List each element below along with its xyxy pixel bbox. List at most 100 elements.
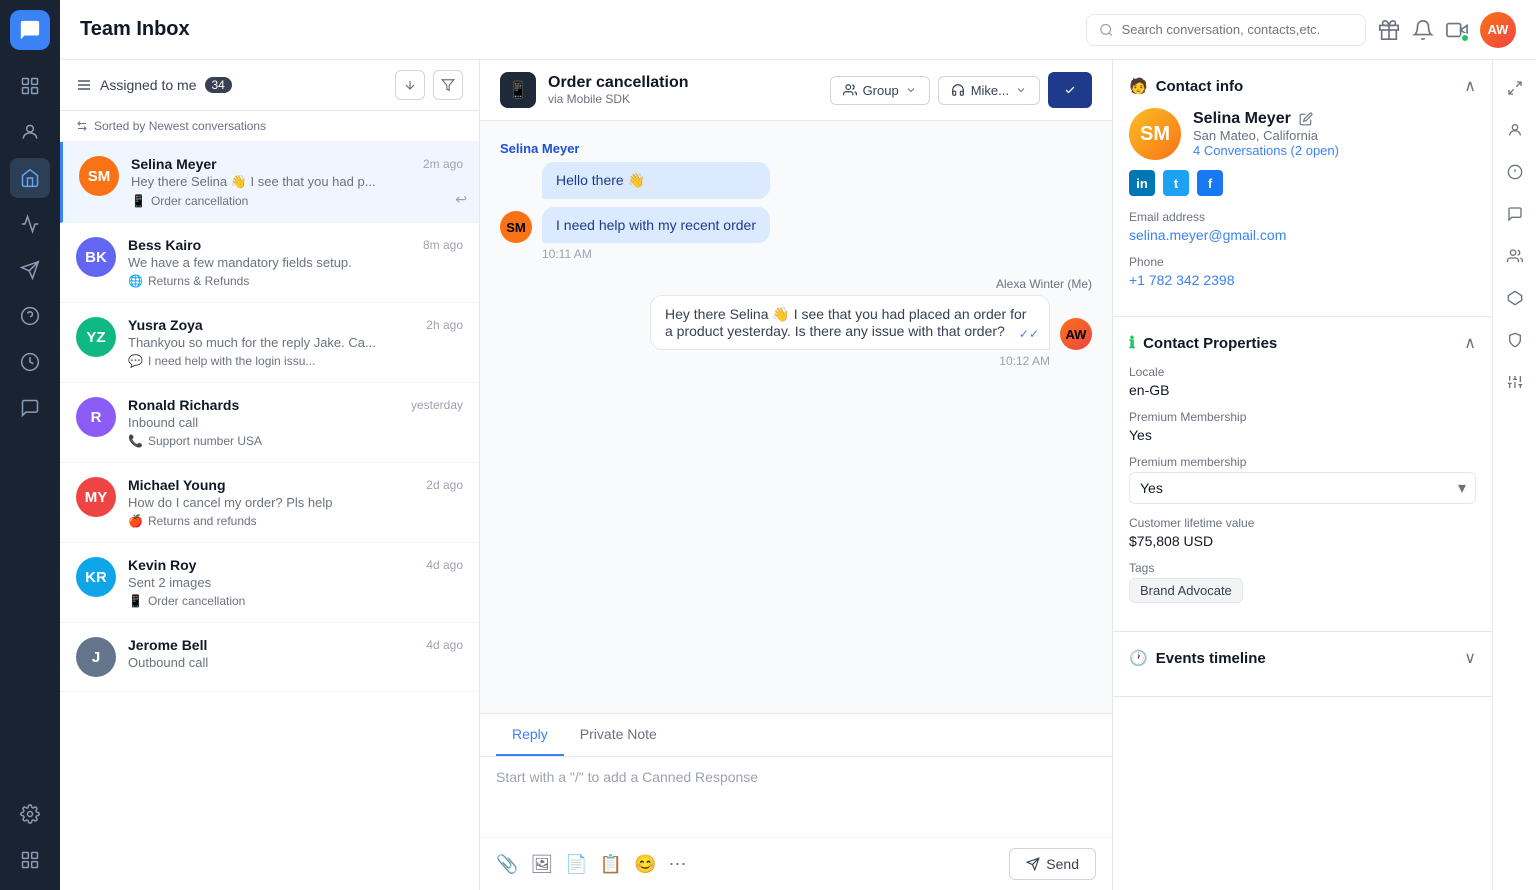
conv-item-selina-meyer[interactable]: SM Selina Meyer 2m ago Hey there Selina … xyxy=(60,142,479,223)
email-value[interactable]: selina.meyer@gmail.com xyxy=(1129,227,1476,243)
nav-money[interactable] xyxy=(10,342,50,382)
nav-reports[interactable] xyxy=(10,204,50,244)
collapse-icon[interactable]: ∧ xyxy=(1464,76,1476,96)
conv-name: Jerome Bell xyxy=(128,637,207,653)
emoji-icon[interactable]: 😊 xyxy=(634,854,656,875)
conv-avatar-selina: SM xyxy=(79,156,119,196)
phone-value[interactable]: +1 782 342 2398 xyxy=(1129,272,1476,288)
contact-location: San Mateo, California xyxy=(1193,128,1339,143)
conv-item-michael-young[interactable]: MY Michael Young 2d ago How do I cancel … xyxy=(60,463,479,543)
chat-header: 📱 Order cancellation via Mobile SDK Grou… xyxy=(480,60,1112,121)
events-timeline-header[interactable]: 🕐 Events timeline ∨ xyxy=(1129,648,1476,668)
premium-select-wrapper: Yes No ▾ xyxy=(1129,472,1476,504)
properties-collapse-icon[interactable]: ∧ xyxy=(1464,333,1476,353)
facebook-icon[interactable]: f xyxy=(1197,170,1223,196)
resolve-button[interactable] xyxy=(1048,72,1092,108)
conv-tag: 📱 Order cancellation xyxy=(128,594,463,608)
image-icon[interactable]: 🖼 xyxy=(530,854,553,875)
tab-private-note[interactable]: Private Note xyxy=(564,714,673,756)
notification-icon-wrap[interactable] xyxy=(1412,19,1434,41)
edit-icon[interactable] xyxy=(1299,112,1313,126)
conv-tag: 🌐 Returns & Refunds xyxy=(128,274,463,288)
attachment-icon[interactable]: 📎 xyxy=(496,854,518,875)
reply-input[interactable]: Start with a "/" to add a Canned Respons… xyxy=(480,757,1112,837)
nav-help[interactable] xyxy=(10,296,50,336)
reply-tabs: Reply Private Note xyxy=(480,714,1112,757)
conv-time: 2h ago xyxy=(426,318,463,332)
msg-time-right: 10:12 AM xyxy=(500,354,1092,368)
assigned-text: Assigned to me xyxy=(100,77,197,93)
app-logo[interactable] xyxy=(10,10,50,50)
agent-button[interactable]: Mike... xyxy=(938,76,1040,105)
status-icon-wrap[interactable] xyxy=(1446,19,1468,41)
sort-button[interactable] xyxy=(395,70,425,100)
template-icon[interactable]: 📋 xyxy=(600,854,622,875)
nav-chat[interactable] xyxy=(10,388,50,428)
strip-chat-icon[interactable] xyxy=(1497,196,1533,232)
search-input[interactable] xyxy=(1122,22,1353,37)
strip-expand-icon[interactable] xyxy=(1497,70,1533,106)
search-bar[interactable] xyxy=(1086,14,1366,46)
article-icon[interactable]: 📄 xyxy=(565,854,587,875)
contact-properties-section: ℹ Contact Properties ∧ Locale en-GB Prem… xyxy=(1113,317,1492,632)
conv-preview: Thankyou so much for the reply Jake. Ca.… xyxy=(128,335,463,350)
right-icon-strip xyxy=(1492,60,1536,890)
globe-icon: 🌐 xyxy=(128,274,143,288)
contact-info-section: 🧑 Contact info ∧ SM Selina Meyer Sa xyxy=(1113,60,1492,317)
strip-diamond-icon[interactable] xyxy=(1497,280,1533,316)
nav-settings[interactable] xyxy=(10,794,50,834)
info-icon: ℹ xyxy=(1129,333,1135,353)
sidebar-controls: Assigned to me 34 xyxy=(60,60,479,111)
chat-messages: Selina Meyer SM Hello there 👋 I need hel… xyxy=(480,121,1112,713)
conv-preview: Outbound call xyxy=(128,655,463,670)
reply-tools: 📎 🖼 📄 📋 😊 ⋯ xyxy=(496,854,687,875)
sidebar: Assigned to me 34 Sorted by Newest conve… xyxy=(60,60,480,890)
strip-info-icon[interactable] xyxy=(1497,154,1533,190)
premium-label: Premium Membership xyxy=(1129,410,1476,424)
sort-icon xyxy=(76,120,88,132)
conv-avatar-bess: BK xyxy=(76,237,116,277)
brand-advocate-tag: Brand Advocate xyxy=(1129,578,1243,603)
page-title: Team Inbox xyxy=(80,18,1074,41)
nav-grid[interactable] xyxy=(10,840,50,880)
linkedin-icon[interactable]: in xyxy=(1129,170,1155,196)
conv-item-bess-kairo[interactable]: BK Bess Kairo 8m ago We have a few manda… xyxy=(60,223,479,303)
contact-avatar: SM xyxy=(1129,108,1181,160)
strip-sliders-icon[interactable] xyxy=(1497,364,1533,400)
conv-name: Bess Kairo xyxy=(128,237,201,253)
strip-people-icon[interactable] xyxy=(1497,238,1533,274)
msg-avatar-alexa: AW xyxy=(1060,318,1092,350)
agent-label: Mike... xyxy=(971,83,1009,98)
conv-item-ronald-richards[interactable]: R Ronald Richards yesterday Inbound call… xyxy=(60,383,479,463)
tab-reply[interactable]: Reply xyxy=(496,714,564,756)
contact-name: Selina Meyer xyxy=(1193,110,1291,128)
contact-social: in t f xyxy=(1129,170,1476,196)
nav-campaigns[interactable] xyxy=(10,250,50,290)
group-button[interactable]: Group xyxy=(830,76,930,105)
conv-item-kevin-roy[interactable]: KR Kevin Roy 4d ago Sent 2 images 📱 Orde… xyxy=(60,543,479,623)
contact-conversations-link[interactable]: 4 Conversations (2 open) xyxy=(1193,143,1339,158)
conv-tag: 📞 Support number USA xyxy=(128,434,463,448)
more-options-icon[interactable]: ⋯ xyxy=(669,854,687,875)
user-avatar[interactable]: AW xyxy=(1480,12,1516,48)
nav-dashboard[interactable] xyxy=(10,66,50,106)
contact-name-row: Selina Meyer xyxy=(1193,110,1339,128)
conv-item-yusra-zoya[interactable]: YZ Yusra Zoya 2h ago Thankyou so much fo… xyxy=(60,303,479,383)
nav-inbox[interactable] xyxy=(10,158,50,198)
strip-person-icon[interactable] xyxy=(1497,112,1533,148)
strip-shield-icon[interactable] xyxy=(1497,322,1533,358)
conv-item-jerome-bell[interactable]: J Jerome Bell 4d ago Outbound call xyxy=(60,623,479,692)
nav-contacts[interactable] xyxy=(10,112,50,152)
gift-icon-wrap[interactable] xyxy=(1378,19,1400,41)
filter-button[interactable] xyxy=(433,70,463,100)
msg-avatar-selina: SM xyxy=(500,211,532,243)
send-button[interactable]: Send xyxy=(1009,848,1096,880)
premium-select[interactable]: Yes No xyxy=(1129,472,1476,504)
main-chat: 📱 Order cancellation via Mobile SDK Grou… xyxy=(480,60,1112,890)
contact-main: SM Selina Meyer San Mateo, California 4 … xyxy=(1129,108,1476,160)
events-collapse-icon[interactable]: ∨ xyxy=(1464,648,1476,668)
msg-time: 10:11 AM xyxy=(500,247,1092,261)
sort-label: Sorted by Newest conversations xyxy=(60,111,479,142)
twitter-icon[interactable]: t xyxy=(1163,170,1189,196)
conv-time: 2d ago xyxy=(426,478,463,492)
